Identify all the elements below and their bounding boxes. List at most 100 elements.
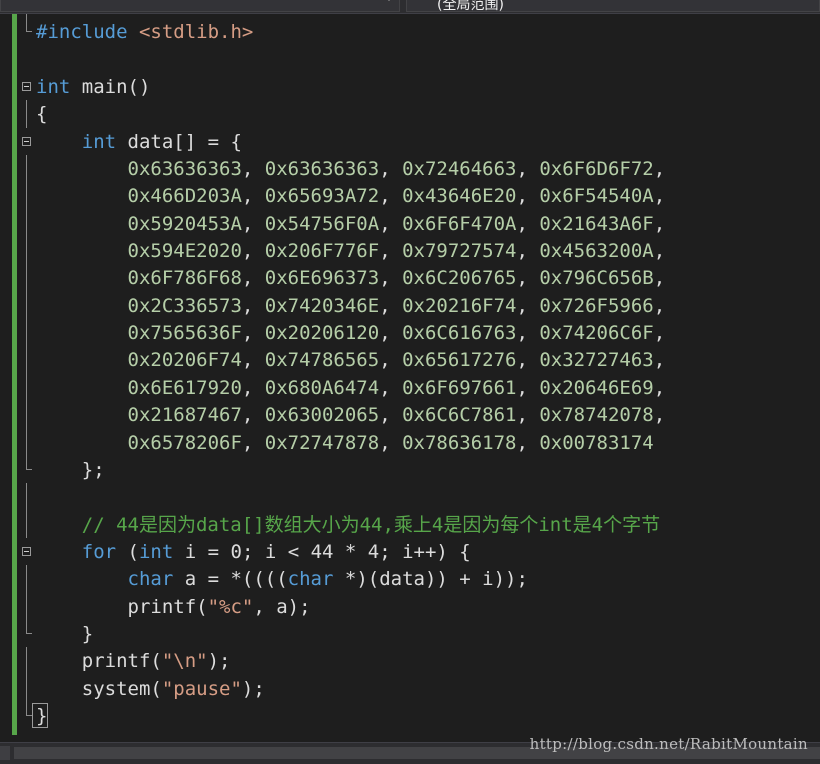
- code-token: ,: [653, 240, 666, 263]
- code-token: main(): [70, 76, 151, 99]
- code-token: printf(: [36, 650, 162, 673]
- scroll-left-button[interactable]: [0, 746, 10, 760]
- outline-guide-end: [26, 701, 32, 716]
- outline-guide-line: [26, 510, 27, 538]
- outline-guide-line: [26, 237, 27, 265]
- code-line[interactable]: // 44是因为data[]数组大小为44,乘上4是因为每个int是4个字节: [0, 510, 820, 538]
- code-token: ,: [516, 240, 540, 263]
- code-token: ,: [653, 376, 666, 399]
- code-line[interactable]: }: [0, 701, 820, 729]
- code-token: ,: [241, 185, 265, 208]
- code-token: 0x00783174: [539, 431, 654, 454]
- code-line[interactable]: };: [0, 455, 820, 483]
- code-token: int: [81, 130, 117, 153]
- code-token: ,: [379, 212, 403, 235]
- code-token: ,: [653, 185, 666, 208]
- code-token: #include: [36, 21, 139, 44]
- code-token: ,: [516, 431, 540, 454]
- code-token: 0x5920453A: [127, 212, 242, 235]
- code-token: ,: [653, 158, 666, 181]
- outline-guide-line: [26, 182, 27, 210]
- code-token: ,: [241, 322, 265, 345]
- code-line[interactable]: {: [0, 100, 820, 128]
- code-line[interactable]: }: [0, 619, 820, 647]
- code-token: ,: [516, 322, 540, 345]
- code-token: }: [36, 622, 94, 645]
- code-line-text: 0x7565636F, 0x20206120, 0x6C616763, 0x74…: [36, 322, 666, 345]
- code-token: 0x78636178: [402, 431, 517, 454]
- code-line-text: char a = *((((char *)(data)) + i));: [36, 568, 528, 590]
- code-line[interactable]: char a = *((((char *)(data)) + i));: [0, 565, 820, 593]
- code-line[interactable]: 0x5920453A, 0x54756F0A, 0x6F6F470A, 0x21…: [0, 209, 820, 238]
- code-editor[interactable]: #include <stdio.h>#include <stdlib.h>int…: [0, 0, 820, 742]
- code-token: 0x32727463: [539, 349, 654, 372]
- code-token: char: [287, 568, 334, 591]
- code-token: {: [36, 103, 48, 126]
- code-token: 0x65617276: [402, 349, 517, 372]
- outline-guide-line: [26, 291, 27, 320]
- code-token: ,: [241, 212, 265, 235]
- code-line[interactable]: #include <stdlib.h>: [0, 18, 820, 45]
- code-line-text: 0x2C336573, 0x7420346E, 0x20216F74, 0x72…: [36, 294, 666, 317]
- outline-guide-line: [26, 483, 27, 511]
- code-token: 0x6578206F: [127, 431, 242, 454]
- code-line[interactable]: 0x2C336573, 0x7420346E, 0x20216F74, 0x72…: [0, 291, 820, 320]
- code-line-text: 0x63636363, 0x63636363, 0x72464663, 0x6F…: [36, 158, 666, 181]
- project-dropdown[interactable]: [0, 0, 400, 12]
- code-line-text: // 44是因为data[]数组大小为44,乘上4是因为每个int是4个字节: [36, 514, 660, 536]
- collapse-icon[interactable]: [22, 82, 31, 92]
- code-token: 0x20216F74: [402, 294, 517, 317]
- code-token: 0x63002065: [264, 404, 380, 427]
- outline-guide-line: [26, 346, 27, 374]
- outline-guide-line: [26, 209, 27, 238]
- code-token: ,: [516, 212, 540, 235]
- code-token: "%c": [207, 595, 254, 618]
- outline-guide-line: [26, 319, 27, 347]
- code-line[interactable]: int data[] = {: [0, 128, 820, 155]
- code-token: system(: [36, 677, 162, 700]
- code-line[interactable]: 0x21687467, 0x63002065, 0x6C6C7861, 0x78…: [0, 401, 820, 429]
- code-token: 0x796C656B: [539, 267, 654, 290]
- collapse-icon[interactable]: [22, 546, 31, 556]
- code-token: 0x21687467: [127, 404, 242, 427]
- code-line[interactable]: system("pause");: [0, 674, 820, 702]
- outline-guide-end: [26, 18, 32, 33]
- code-token: ,: [379, 294, 403, 317]
- outline-guide-line: [26, 565, 27, 593]
- code-line-text: int main(): [36, 76, 150, 98]
- code-token: data[] = {: [116, 130, 242, 153]
- code-line-text: printf("%c", a);: [36, 596, 311, 618]
- code-line-text: #include <stdlib.h>: [36, 21, 253, 43]
- code-token: ,: [516, 158, 540, 181]
- code-line[interactable]: 0x6F786F68, 0x6E696373, 0x6C206765, 0x79…: [0, 264, 820, 292]
- code-line-text: for (int i = 0; i < 44 * 4; i++) {: [36, 541, 471, 563]
- code-line[interactable]: printf("\n");: [0, 647, 820, 675]
- code-line[interactable]: 0x6E617920, 0x680A6474, 0x6F697661, 0x20…: [0, 373, 820, 402]
- code-token: ,: [379, 322, 403, 345]
- code-token: ,: [653, 212, 666, 235]
- code-line[interactable]: printf("%c", a);: [0, 592, 820, 620]
- code-line[interactable]: [0, 483, 820, 511]
- code-line[interactable]: 0x594E2020, 0x206F776F, 0x79727574, 0x45…: [0, 237, 820, 265]
- code-line-text: {: [36, 103, 47, 125]
- code-line[interactable]: 0x63636363, 0x63636363, 0x72464663, 0x6F…: [0, 155, 820, 183]
- code-token: 0x466D203A: [127, 185, 242, 208]
- scope-dropdown[interactable]: (全局范围): [406, 0, 820, 13]
- code-area[interactable]: #include <stdio.h>#include <stdlib.h>int…: [0, 0, 820, 729]
- code-line[interactable]: int main(): [0, 73, 820, 100]
- code-token: 0x6C206765: [402, 267, 517, 290]
- outline-guide-line: [26, 428, 27, 456]
- collapse-icon[interactable]: [22, 136, 31, 146]
- code-line[interactable]: [0, 46, 820, 73]
- code-line[interactable]: 0x7565636F, 0x20206120, 0x6C616763, 0x74…: [0, 319, 820, 347]
- code-line[interactable]: 0x20206F74, 0x74786565, 0x65617276, 0x32…: [0, 346, 820, 374]
- code-line[interactable]: for (int i = 0; i < 44 * 4; i++) {: [0, 538, 820, 565]
- code-line[interactable]: 0x6578206F, 0x72747878, 0x78636178, 0x00…: [0, 428, 820, 456]
- code-token: ,: [379, 431, 403, 454]
- code-line[interactable]: 0x466D203A, 0x65693A72, 0x43646E20, 0x6F…: [0, 182, 820, 210]
- code-token: "pause": [161, 677, 242, 700]
